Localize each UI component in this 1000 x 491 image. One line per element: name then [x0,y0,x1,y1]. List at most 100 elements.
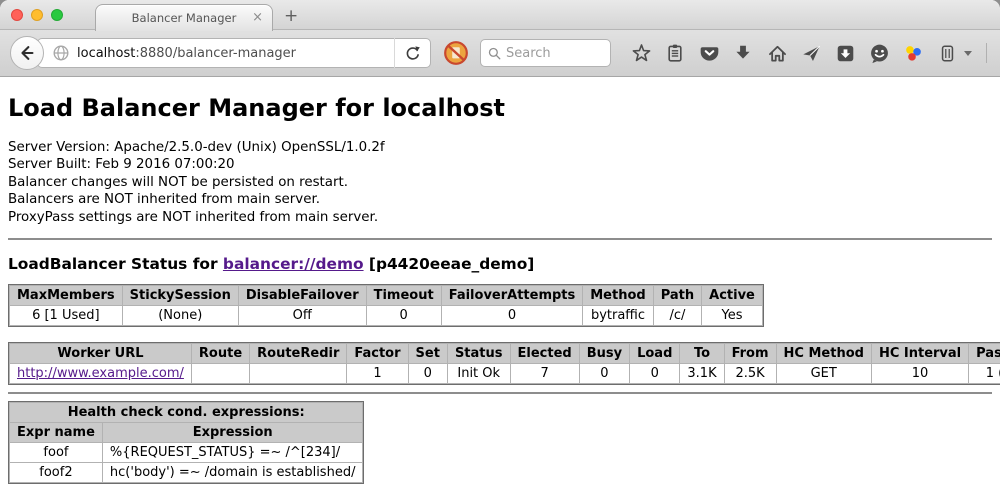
status-heading-prefix: LoadBalancer Status for [8,255,218,273]
cell-to: 3.1K [680,364,724,384]
table-header-row: Worker URL Route RouteRedir Factor Set S… [10,344,1000,364]
col-routeredir: RouteRedir [250,344,347,364]
cell-hc-method: GET [776,364,871,384]
col-stickysession: StickySession [122,286,238,306]
balancer-table: MaxMembers StickySession DisableFailover… [9,285,763,326]
col-expression: Expression [102,423,363,443]
video-download-icon[interactable] [834,41,856,65]
worker-table-wrap: Worker URL Route RouteRedir Factor Set S… [8,342,1000,385]
col-maxmembers: MaxMembers [10,286,123,306]
search-input[interactable] [506,46,596,61]
page-content: Load Balancer Manager for localhost Serv… [0,77,1000,490]
reload-icon [404,45,421,62]
table-title-row: Health check cond. expressions: [10,403,363,423]
navigation-toolbar: localhost:8880/balancer-manager [0,30,1000,77]
col-passes: Passes [969,344,1000,364]
worker-url-link[interactable]: http://www.example.com/ [17,366,184,381]
cell-load: 0 [630,364,680,384]
col-busy: Busy [579,344,629,364]
col-expr-name: Expr name [10,423,103,443]
worker-table: Worker URL Route RouteRedir Factor Set S… [9,343,1000,384]
cell-busy: 0 [579,364,629,384]
reading-list-icon[interactable] [664,41,686,65]
cell-timeout: 0 [366,306,441,326]
col-disablefailover: DisableFailover [238,286,366,306]
col-failoverattempts: FailoverAttempts [441,286,583,306]
col-method: Method [583,286,653,306]
cell-expression: %{REQUEST_STATUS} =~ /^[234]/ [102,443,363,463]
globe-icon[interactable] [52,44,70,62]
chat-smiley-icon[interactable] [868,41,890,65]
cell-route [191,364,249,384]
close-tab-icon[interactable]: × [252,11,263,25]
server-info: Server Version: Apache/2.5.0-dev (Unix) … [8,139,1000,226]
zoom-window-button[interactable] [51,9,63,21]
bookmark-star-icon[interactable] [630,41,652,65]
col-route: Route [191,344,249,364]
col-load: Load [630,344,680,364]
back-arrow-icon [17,43,37,63]
toolbar-icons [630,41,1000,65]
send-plane-icon[interactable] [800,41,822,65]
col-hc-interval: HC Interval [871,344,968,364]
col-active: Active [702,286,763,306]
table-row: foof %{REQUEST_STATUS} =~ /^[234]/ [10,443,363,463]
address-input[interactable]: localhost:8880/balancer-manager [77,46,296,61]
table-row: 6 [1 Used] (None) Off 0 0 bytraffic /c/ … [10,306,763,326]
address-bar[interactable]: localhost:8880/balancer-manager [37,38,431,68]
addon-dots-icon[interactable] [902,41,924,65]
balancer-table-wrap: MaxMembers StickySession DisableFailover… [8,284,764,327]
cell-worker-url: http://www.example.com/ [10,364,192,384]
downloads-icon[interactable] [732,41,754,65]
page-title: Load Balancer Manager for localhost [8,77,1000,122]
cell-status: Init Ok [447,364,510,384]
cell-expr-name: foof [10,443,103,463]
image-block-icon[interactable] [443,40,469,66]
back-button[interactable] [10,36,44,70]
col-set: Set [408,344,447,364]
pocket-icon[interactable] [698,41,720,65]
minimize-window-button[interactable] [31,9,43,21]
close-window-button[interactable] [11,9,23,21]
cell-path: /c/ [653,306,701,326]
reload-button[interactable] [394,38,430,68]
cell-active: Yes [702,306,763,326]
home-icon[interactable] [766,41,788,65]
cell-failoverattempts: 0 [441,306,583,326]
tab-balancer-manager[interactable]: Balancer Manager × [95,4,273,31]
new-tab-button[interactable]: + [284,6,298,26]
health-check-table: Health check cond. expressions: Expr nam… [9,402,363,483]
divider [8,392,992,394]
table-header-row: MaxMembers StickySession DisableFailover… [10,286,763,306]
table-row: http://www.example.com/ 1 0 Init Ok 7 0 … [10,364,1000,384]
container-icon[interactable] [936,41,958,65]
col-status: Status [447,344,510,364]
cell-from: 2.5K [724,364,776,384]
server-info-line: Server Built: Feb 9 2016 07:00:20 [8,156,1000,173]
server-info-line: ProxyPass settings are NOT inherited fro… [8,209,1000,226]
status-heading-suffix: [p4420eeae_demo] [369,255,534,273]
col-factor: Factor [347,344,408,364]
cell-hc-interval: 10 [871,364,968,384]
col-hc-method: HC Method [776,344,871,364]
col-from: From [724,344,776,364]
url-domain: localhost [77,46,135,61]
search-icon [487,46,502,61]
tab-title: Balancer Manager [132,11,237,25]
table-row: foof2 hc('body') =~ /domain is establish… [10,463,363,483]
cell-maxmembers: 6 [1 Used] [10,306,123,326]
cell-elected: 7 [510,364,579,384]
table-header-row: Expr name Expression [10,423,363,443]
health-table-title: Health check cond. expressions: [10,403,363,423]
col-timeout: Timeout [366,286,441,306]
cell-set: 0 [408,364,447,384]
search-bar[interactable] [480,39,611,67]
balancer-link[interactable]: balancer://demo [223,255,364,273]
cell-expr-name: foof2 [10,463,103,483]
chevron-down-icon[interactable] [964,51,972,56]
titlebar[interactable]: Balancer Manager × + [0,0,1000,30]
col-path: Path [653,286,701,306]
toolbar-separator [986,43,987,63]
url-path: :8880/balancer-manager [135,46,296,61]
col-worker-url: Worker URL [10,344,192,364]
